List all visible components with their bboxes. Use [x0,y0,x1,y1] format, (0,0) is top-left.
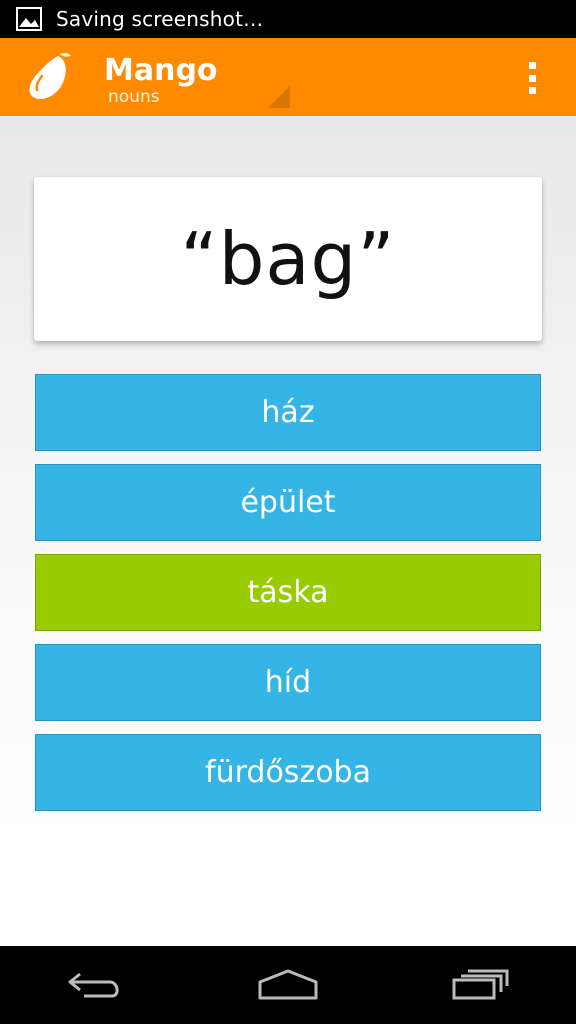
menu-dot [528,74,536,82]
image-icon [16,7,42,31]
app-subtitle: nouns [108,87,160,107]
answer-option[interactable]: fürdőszoba [35,734,541,811]
title-spinner[interactable]: Mango nouns [104,53,218,107]
navigation-bar [0,946,576,1024]
answer-option[interactable]: ház [35,374,541,451]
prompt-card: “bag” [34,177,542,341]
spinner-indicator-icon [268,86,290,108]
quiz-area: “bag” ház épület táska híd fürdőszoba [0,116,576,946]
status-bar: Saving screenshot… [0,0,576,38]
answer-option[interactable]: híd [35,644,541,721]
menu-dot [528,62,536,69]
home-button[interactable] [240,955,336,1015]
answer-list: ház épület táska híd fürdőszoba [35,374,541,824]
back-button[interactable] [48,955,144,1015]
prompt-word: “bag” [180,217,396,301]
recents-button[interactable] [432,955,528,1015]
overflow-menu-icon[interactable] [520,58,544,98]
answer-option-correct[interactable]: táska [35,554,541,631]
recents-icon [452,969,509,1000]
notification-text: Saving screenshot… [56,7,264,31]
app-title: Mango [104,53,218,88]
mango-logo-icon[interactable] [22,50,76,104]
home-icon [258,969,318,1000]
answer-option[interactable]: épület [35,464,541,541]
action-bar: Mango nouns [0,38,576,116]
back-icon [68,972,119,998]
menu-dot [528,87,536,94]
